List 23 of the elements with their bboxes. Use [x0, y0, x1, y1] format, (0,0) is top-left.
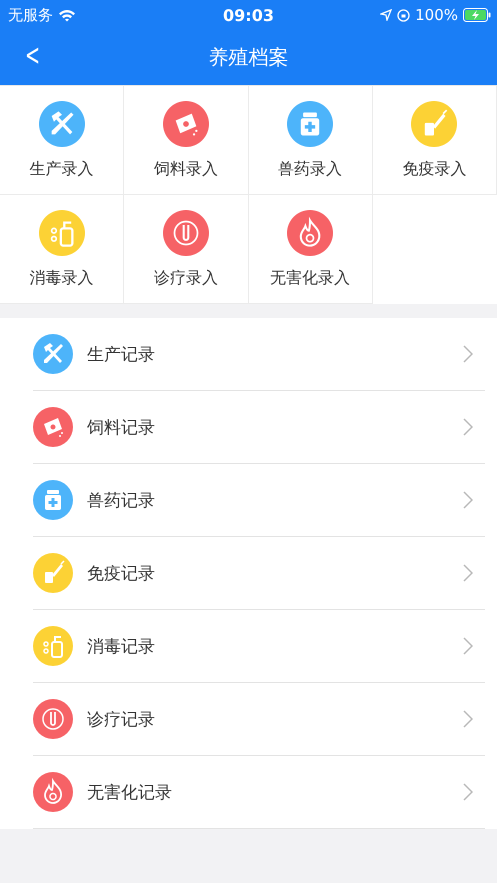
wifi-icon: [58, 8, 76, 22]
chevron-right-icon: [463, 345, 473, 363]
chevron-right-icon: [463, 637, 473, 655]
entry-tile[interactable]: 诊疗录入: [124, 195, 248, 304]
battery-percent: 100%: [415, 6, 458, 24]
chevron-right-icon: [463, 710, 473, 728]
entry-tile[interactable]: 饲料录入: [124, 86, 248, 195]
chevron-right-icon: [463, 564, 473, 582]
entry-tile[interactable]: 免疫录入: [372, 86, 497, 195]
chevron-right-icon: [463, 491, 473, 509]
status-time: 09:03: [223, 6, 274, 24]
battery-charging-icon: [463, 8, 491, 22]
carrier-text: 无服务: [8, 6, 53, 24]
chevron-right-icon: [463, 783, 473, 801]
entry-tile[interactable]: 生产录入: [0, 86, 124, 195]
entry-tile[interactable]: 兽药录入: [248, 86, 373, 195]
entry-tile[interactable]: 消毒录入: [0, 195, 124, 304]
rotation-lock-icon: [397, 8, 410, 22]
entry-tile[interactable]: 无害化录入: [248, 195, 373, 304]
chevron-right-icon: [463, 418, 473, 436]
location-arrow-icon: [380, 9, 392, 21]
back-button[interactable]: <: [21, 38, 44, 74]
page-title: 养殖档案: [208, 44, 288, 71]
